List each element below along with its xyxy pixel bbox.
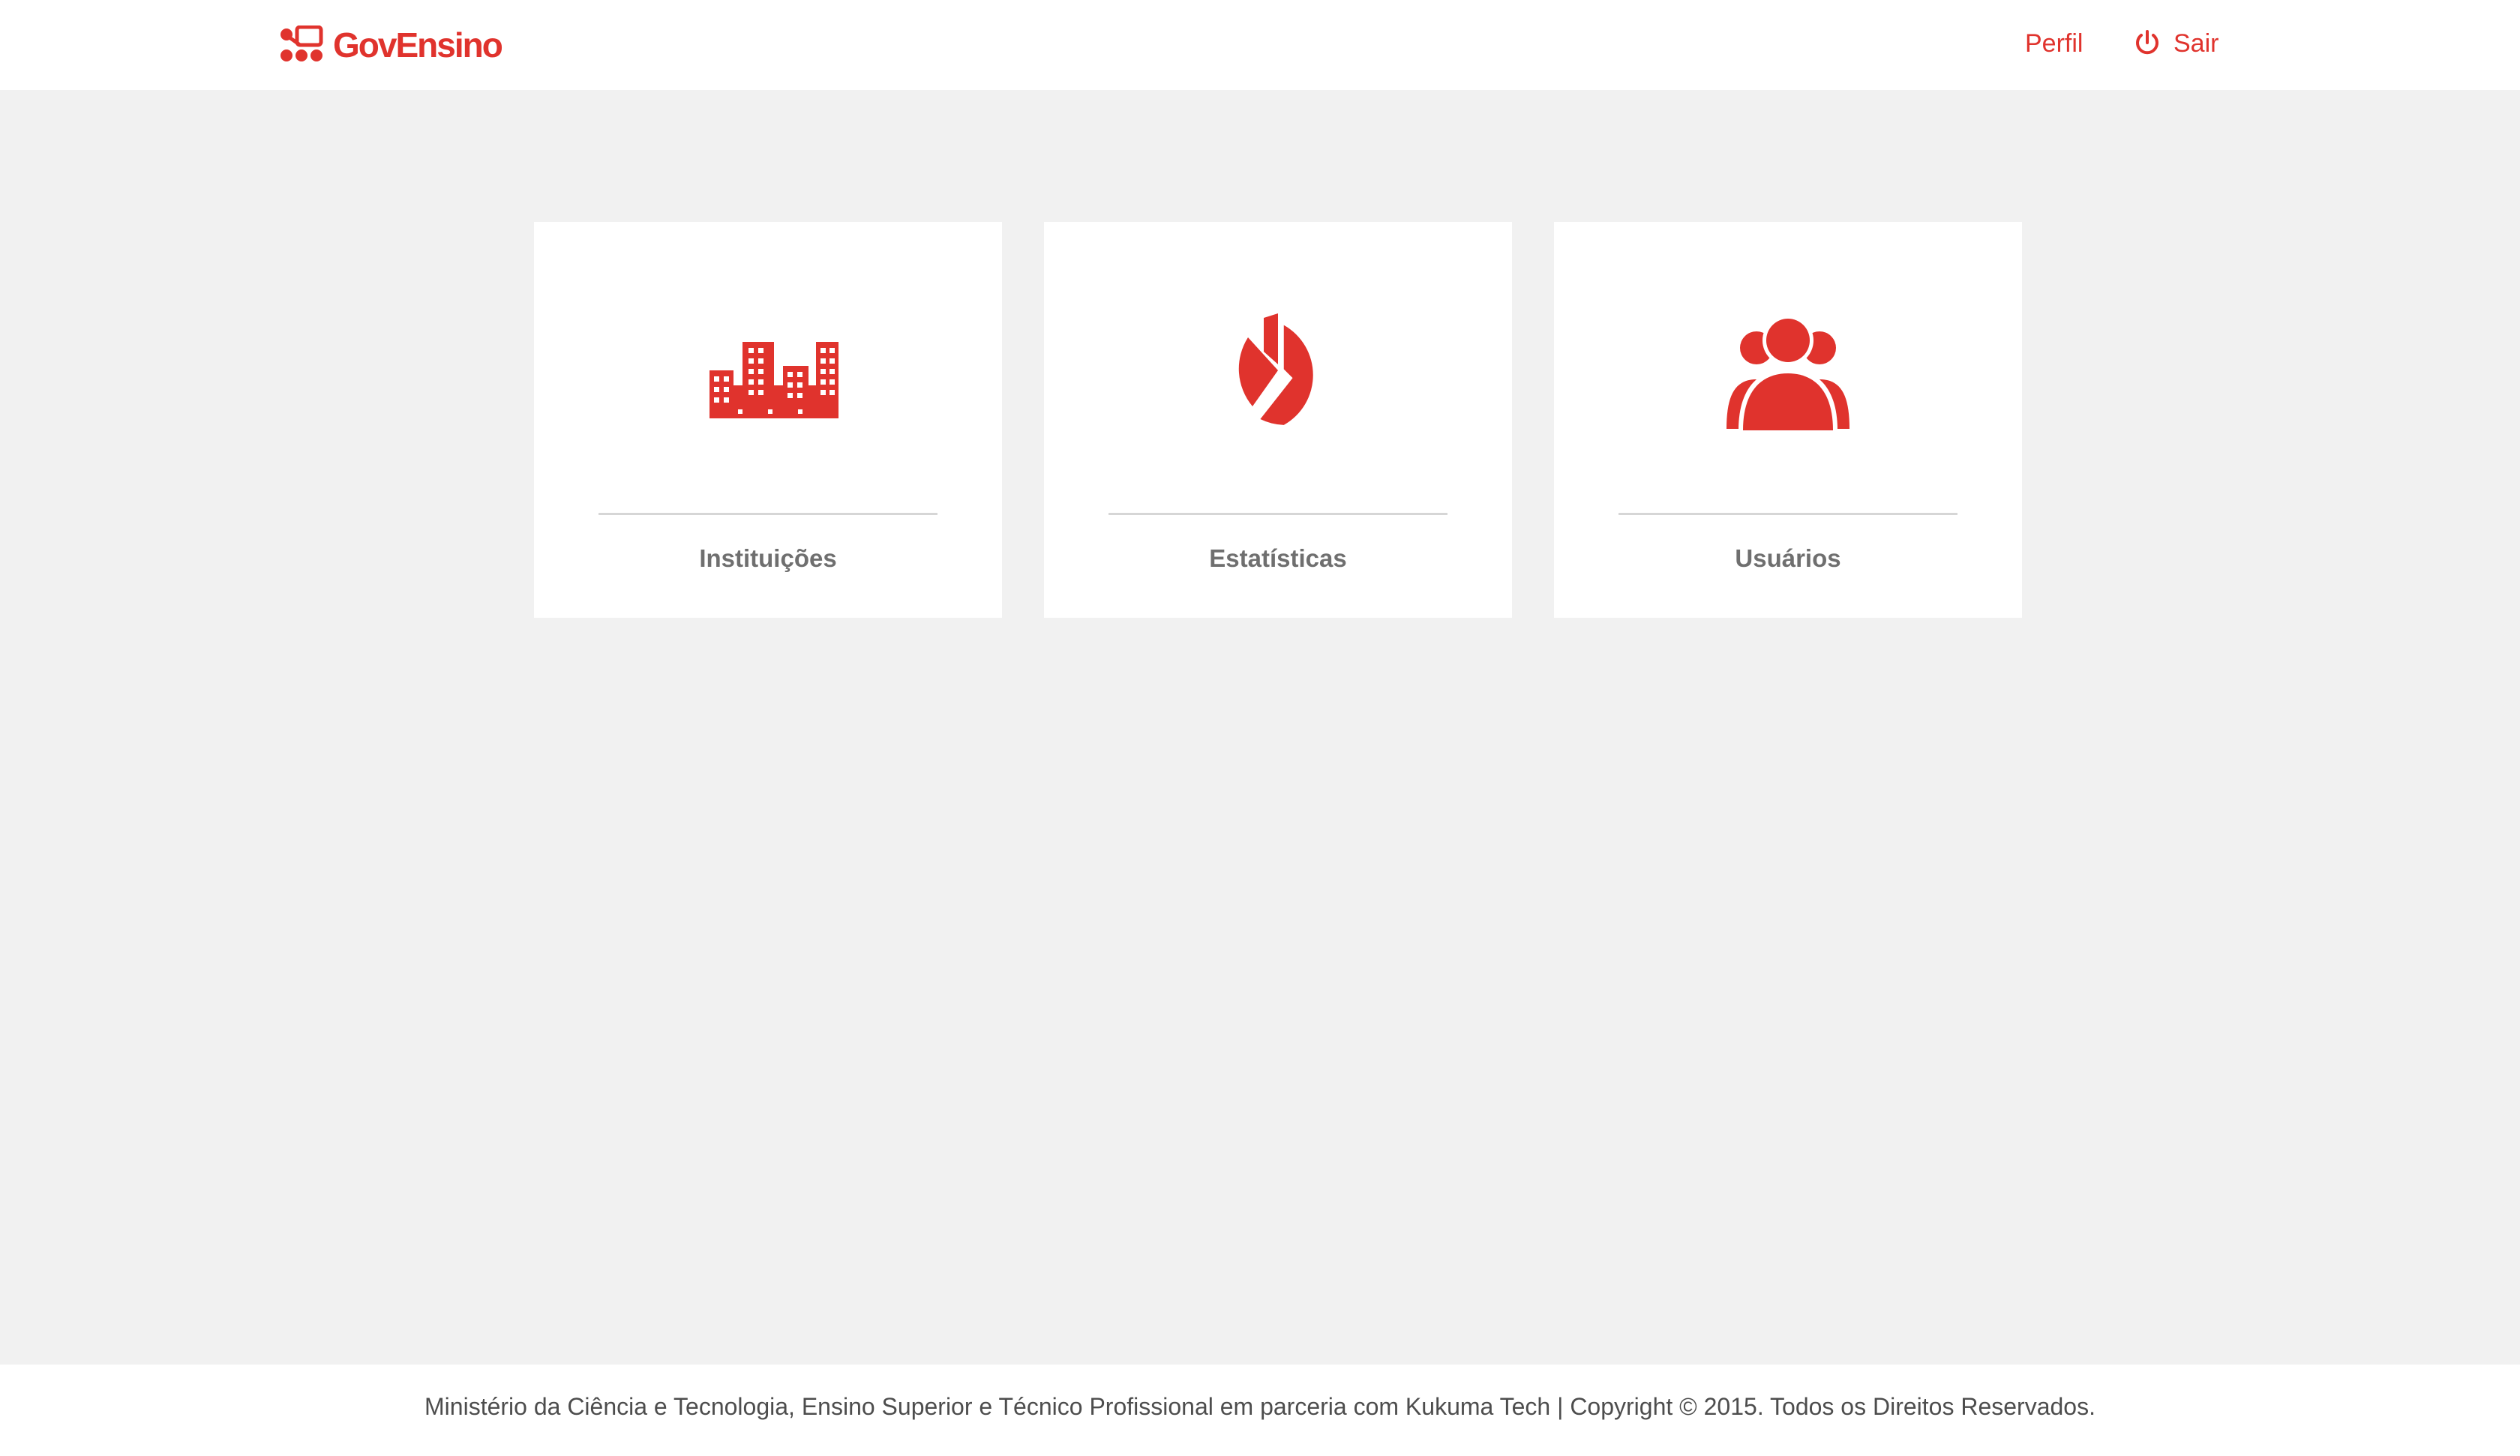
buildings-icon (710, 342, 838, 418)
card-instituicoes[interactable]: Instituições (534, 222, 1002, 618)
power-icon (2136, 30, 2158, 55)
profile-link-label: Perfil (2025, 28, 2084, 58)
card-label: Instituições (699, 544, 837, 572)
card-estatisticas[interactable]: Estatísticas (1044, 222, 1512, 618)
brand-name: GovEnsino (333, 25, 503, 64)
brand-logo-icon (280, 25, 323, 61)
card-label: Usuários (1735, 544, 1841, 572)
logout-link-label: Sair (2174, 28, 2219, 58)
top-navbar: GovEnsino Perfil Sair (0, 0, 2520, 90)
card-divider (598, 513, 938, 515)
profile-link[interactable]: Perfil (2025, 22, 2083, 64)
card-divider (1108, 513, 1448, 515)
card-usuarios[interactable]: Usuários (1554, 222, 2022, 618)
card-label: Estatísticas (1209, 544, 1347, 572)
footer-copyright: Ministério da Ciência e Tecnologia, Ensi… (424, 1393, 2096, 1420)
pie-chart-icon (1238, 313, 1313, 425)
footer: Ministério da Ciência e Tecnologia, Ensi… (0, 1365, 2520, 1456)
users-icon (1726, 315, 1850, 430)
card-divider (1618, 513, 1958, 515)
brand-link[interactable]: GovEnsino (279, 24, 503, 66)
logout-link[interactable]: Sair (2133, 22, 2218, 64)
